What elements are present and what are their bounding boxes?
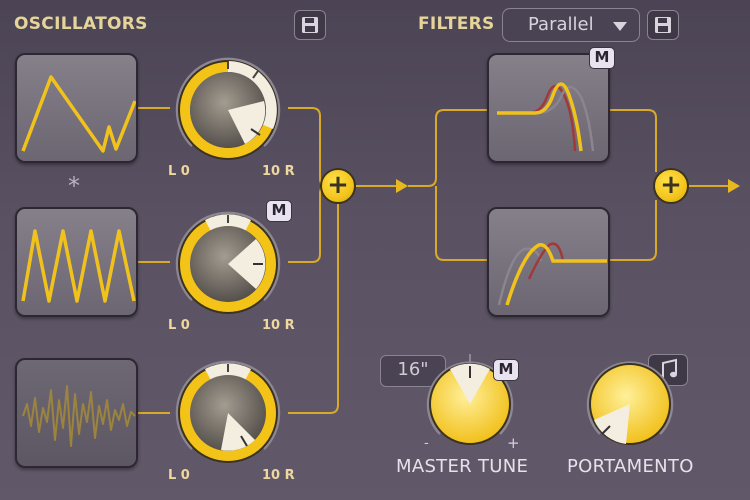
oscillator-3-waveform[interactable] [15, 358, 138, 468]
oscillator-3-range-right: 10 R [262, 468, 295, 483]
portamento-label: PORTAMENTO [567, 456, 694, 477]
oscillator-2-modulation-badge[interactable]: M [266, 200, 292, 222]
filter-1-response[interactable] [487, 53, 610, 163]
master-tune-minus: - [424, 436, 429, 451]
oscillators-save-button[interactable] [294, 10, 326, 40]
oscillator-2-waveform[interactable] [15, 207, 138, 317]
oscillator-link-icon[interactable]: * [68, 172, 80, 200]
filter-mode-value: Parallel [528, 14, 594, 35]
portamento-knob[interactable] [578, 352, 682, 456]
signal-arrow-icon [728, 179, 740, 193]
filter-mode-dropdown[interactable]: Parallel [502, 8, 640, 42]
filters-title: FILTERS [418, 14, 495, 34]
oscillator-3-range-left: L 0 [168, 468, 190, 483]
oscillator-3-level-knob[interactable] [165, 350, 291, 476]
filters-save-button[interactable] [647, 10, 679, 40]
master-tune-modulation-badge[interactable]: M [493, 359, 519, 381]
oscillator-mixer-plus-icon: + [320, 168, 356, 204]
oscillator-2-range-left: L 0 [168, 318, 190, 333]
oscillator-2-range-right: 10 R [262, 318, 295, 333]
oscillator-1-level-knob[interactable] [165, 47, 291, 173]
master-tune-plus: + [507, 434, 520, 452]
signal-arrow-icon [396, 179, 408, 193]
chevron-down-icon [613, 22, 627, 31]
filter-1-modulation-badge[interactable]: M [589, 47, 615, 69]
save-icon [302, 17, 318, 33]
filter-2-response[interactable] [487, 207, 610, 317]
oscillator-1-range-left: L 0 [168, 164, 190, 179]
filter-mixer-plus-icon: + [653, 168, 689, 204]
oscillator-1-range-right: 10 R [262, 164, 295, 179]
master-tune-label: MASTER TUNE [396, 456, 529, 477]
oscillators-title: OSCILLATORS [14, 14, 148, 34]
save-icon [655, 17, 671, 33]
oscillator-1-waveform[interactable] [15, 53, 138, 163]
